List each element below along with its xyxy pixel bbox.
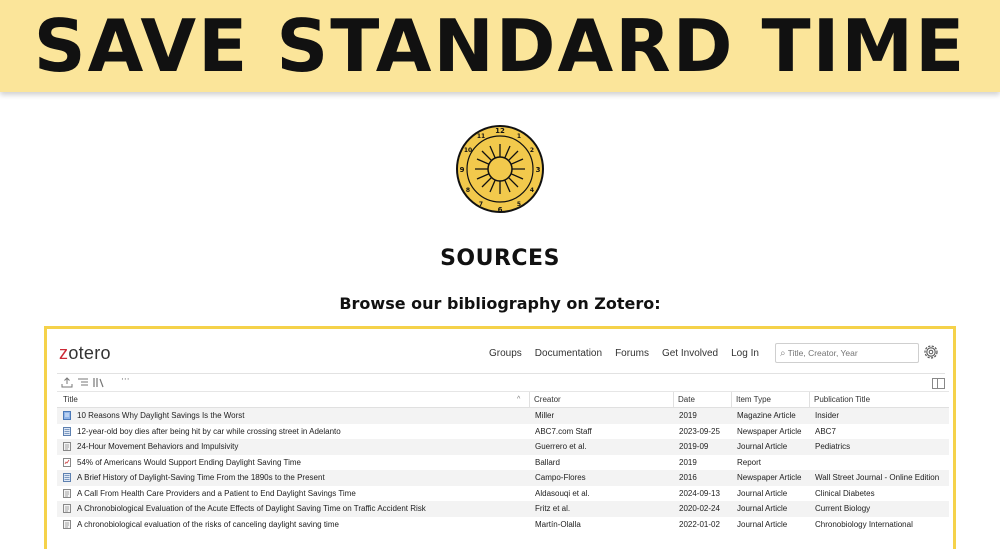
banner-title: SAVE STANDARD TIME xyxy=(33,4,967,88)
sun-clock-logo-icon: 12 3 6 9 1 2 4 5 7 8 10 11 xyxy=(456,125,544,214)
row-creator: Campo-Flores xyxy=(535,473,586,482)
row-creator: Martín-Olalla xyxy=(535,519,581,529)
row-item-type: Report xyxy=(737,457,762,467)
row-date: 2019 xyxy=(679,411,697,420)
row-publication: Clinical Diabetes xyxy=(815,488,875,498)
gear-icon[interactable] xyxy=(923,344,939,360)
logo-numeral-4: 4 xyxy=(530,187,534,194)
row-item-type: Journal Article xyxy=(737,488,788,498)
logo-numeral-8: 8 xyxy=(466,187,470,194)
journal-icon xyxy=(63,519,71,529)
col-date-header[interactable]: Date xyxy=(673,392,695,407)
journal-icon xyxy=(63,504,71,513)
row-publication: Chronobiology International xyxy=(815,519,913,529)
browse-zotero-label: Browse our bibliography on Zotero: xyxy=(339,294,661,313)
logo-numeral-12: 12 xyxy=(495,127,505,135)
logo-numeral-11: 11 xyxy=(477,133,485,140)
row-date: 2019-09 xyxy=(679,442,709,451)
nav-documentation[interactable]: Documentation xyxy=(535,348,602,359)
row-title: 54% of Americans Would Support Ending Da… xyxy=(77,457,301,467)
row-item-type: Newspaper Article xyxy=(737,426,802,436)
logo-numeral-10: 10 xyxy=(464,147,472,154)
search-icon: ⌕ xyxy=(780,347,786,359)
logo-numeral-3: 3 xyxy=(536,166,541,174)
row-item-type: Journal Article xyxy=(737,504,788,513)
col-creator-header[interactable]: Creator xyxy=(529,392,561,407)
row-item-type: Journal Article xyxy=(737,442,788,451)
library-icon[interactable] xyxy=(93,377,105,388)
row-title: A Chronobiological Evaluation of the Acu… xyxy=(77,504,426,513)
row-publication: Wall Street Journal - Online Edition xyxy=(815,473,940,482)
search-input[interactable] xyxy=(787,348,898,358)
export-icon[interactable] xyxy=(61,377,73,388)
row-title: 24-Hour Movement Behaviors and Impulsivi… xyxy=(77,442,239,451)
row-date: 2023-09-25 xyxy=(679,426,720,436)
table-row[interactable]: 54% of Americans Would Support Ending Da… xyxy=(57,455,949,471)
row-item-type: Magazine Article xyxy=(737,411,796,420)
table-row[interactable]: A Brief History of Daylight-Saving Time … xyxy=(57,470,949,486)
newspaper-icon xyxy=(63,473,71,482)
journal-icon xyxy=(63,488,71,498)
zotero-header: zotero Groups Documentation Forums Get I… xyxy=(47,329,953,373)
row-creator: Ballard xyxy=(535,457,560,467)
journal-icon xyxy=(63,442,71,451)
row-date: 2024-09-13 xyxy=(679,488,720,498)
row-date: 2020-02-24 xyxy=(679,504,720,513)
table-row[interactable]: A Call From Health Care Providers and a … xyxy=(57,486,949,502)
row-date: 2019 xyxy=(679,457,697,467)
row-title: A Brief History of Daylight-Saving Time … xyxy=(77,473,325,482)
cite-icon[interactable] xyxy=(77,377,89,388)
table-row[interactable]: 10 Reasons Why Daylight Savings Is the W… xyxy=(57,408,949,424)
logo-numeral-7: 7 xyxy=(479,201,483,208)
col-item-type-header[interactable]: Item Type xyxy=(731,392,771,407)
items-table: Title ^ Creator Date Item Type Publicati… xyxy=(57,391,949,532)
logo-numeral-1: 1 xyxy=(517,133,521,140)
report-icon xyxy=(63,457,71,467)
row-item-type: Journal Article xyxy=(737,519,788,529)
row-creator: Aldasouqi et al. xyxy=(535,488,590,498)
table-row[interactable]: 12-year-old boy dies after being hit by … xyxy=(57,424,949,440)
nav-log-in[interactable]: Log In xyxy=(731,348,759,359)
sort-ascending-icon[interactable]: ^ xyxy=(517,392,520,407)
row-title: A Call From Health Care Providers and a … xyxy=(77,488,356,498)
table-row[interactable]: A chronobiological evaluation of the ris… xyxy=(57,517,949,533)
col-publication-header[interactable]: Publication Title xyxy=(809,392,870,407)
zotero-search[interactable]: ⌕ xyxy=(775,343,919,363)
table-row[interactable]: 24-Hour Movement Behaviors and Impulsivi… xyxy=(57,439,949,455)
row-title: 12-year-old boy dies after being hit by … xyxy=(77,426,341,436)
row-publication: Current Biology xyxy=(815,504,871,513)
row-creator: Fritz et al. xyxy=(535,504,571,513)
row-publication: ABC7 xyxy=(815,426,836,436)
logo-numeral-5: 5 xyxy=(517,201,521,208)
row-creator: ABC7.com Staff xyxy=(535,426,592,436)
row-publication: Pediatrics xyxy=(815,442,851,451)
nav-get-involved[interactable]: Get Involved xyxy=(662,348,718,359)
newspaper-icon xyxy=(63,426,71,436)
logo-numeral-6: 6 xyxy=(498,206,503,214)
zotero-embed: zotero Groups Documentation Forums Get I… xyxy=(44,326,956,549)
row-creator: Guerrero et al. xyxy=(535,442,587,451)
row-publication: Insider xyxy=(815,411,840,420)
row-creator: Miller xyxy=(535,411,555,420)
nav-groups[interactable]: Groups xyxy=(489,348,522,359)
row-date: 2016 xyxy=(679,473,697,482)
zotero-toolbar: ··· xyxy=(57,373,945,391)
row-item-type: Newspaper Article xyxy=(737,473,802,482)
column-toggle-icon[interactable] xyxy=(932,378,945,389)
table-row[interactable]: A Chronobiological Evaluation of the Acu… xyxy=(57,501,949,517)
zotero-logo[interactable]: zotero xyxy=(59,343,111,364)
col-title-header[interactable]: Title xyxy=(63,395,78,404)
banner: SAVE STANDARD TIME xyxy=(0,0,1000,92)
magazine-icon xyxy=(63,411,71,420)
row-title: A chronobiological evaluation of the ris… xyxy=(77,519,339,529)
sources-heading: SOURCES xyxy=(440,246,560,271)
table-header: Title ^ Creator Date Item Type Publicati… xyxy=(57,391,949,408)
zotero-nav: Groups Documentation Forums Get Involved… xyxy=(489,348,772,359)
row-title: 10 Reasons Why Daylight Savings Is the W… xyxy=(77,411,245,420)
row-date: 2022-01-02 xyxy=(679,519,720,529)
logo-numeral-2: 2 xyxy=(530,147,534,154)
logo-numeral-9: 9 xyxy=(460,166,465,174)
nav-forums[interactable]: Forums xyxy=(615,348,649,359)
more-options-button[interactable]: ··· xyxy=(121,375,130,385)
